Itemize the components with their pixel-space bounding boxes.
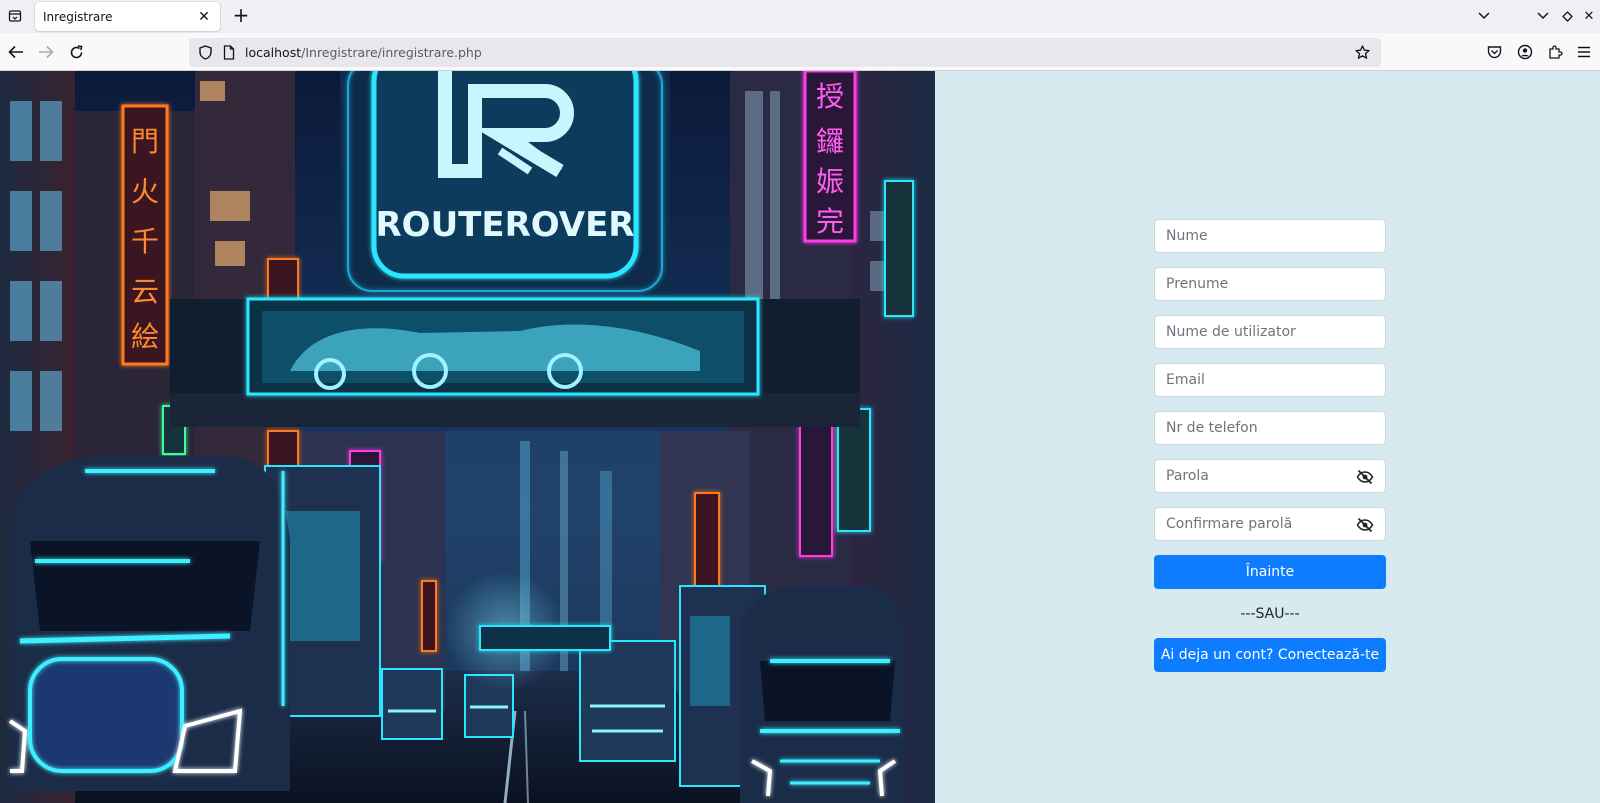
bookmark-star-icon[interactable] — [1351, 41, 1373, 63]
maximize-icon[interactable] — [1557, 6, 1577, 26]
svg-text:完: 完 — [816, 205, 844, 238]
password-input[interactable] — [1155, 460, 1385, 492]
nume-input[interactable] — [1155, 220, 1385, 252]
url-host: localhost — [245, 45, 302, 60]
svg-text:火: 火 — [131, 175, 159, 208]
forward-icon[interactable] — [34, 40, 58, 64]
list-all-tabs-icon[interactable] — [1474, 6, 1494, 26]
first-name-field-wrapper — [1154, 219, 1386, 253]
next-button[interactable]: Înainte — [1154, 555, 1386, 589]
sign-text: ROUTEROVER — [375, 205, 634, 245]
svg-text:授: 授 — [816, 80, 844, 113]
email-field-wrapper — [1154, 363, 1386, 397]
password-field-wrapper — [1154, 459, 1386, 493]
url-text: localhost/Inregistrare/inregistrare.php — [245, 45, 482, 60]
svg-text:門: 門 — [131, 125, 159, 158]
page-content: 門 火 千 云 絵 授 鑼 娠 完 ROUTEROVER Nume Prenum… — [0, 71, 1600, 803]
login-link-button[interactable]: Ai deja un cont? Conectează-te — [1154, 638, 1386, 672]
tab-bar: Inregistrare ✕ + ✕ — [0, 0, 1600, 33]
extensions-icon[interactable] — [1543, 40, 1567, 64]
tab-title: Inregistrare — [43, 9, 113, 24]
last-name-field-wrapper — [1154, 267, 1386, 301]
svg-text:鑼: 鑼 — [816, 125, 844, 158]
svg-text:千: 千 — [131, 225, 159, 258]
password-visibility-toggle-icon[interactable] — [1355, 468, 1375, 486]
close-tab-icon[interactable]: ✕ — [196, 9, 212, 25]
prenume-input[interactable] — [1155, 268, 1385, 300]
reload-icon[interactable] — [64, 40, 88, 64]
svg-text:娠: 娠 — [816, 165, 844, 198]
confirm-password-field-wrapper — [1154, 507, 1386, 541]
username-field-wrapper — [1154, 315, 1386, 349]
svg-text:云: 云 — [131, 275, 159, 308]
phone-input[interactable] — [1155, 412, 1385, 444]
confirm-password-input[interactable] — [1155, 508, 1385, 540]
confirm-password-visibility-toggle-icon[interactable] — [1355, 516, 1375, 534]
menu-icon[interactable] — [1572, 40, 1596, 64]
page-info-icon[interactable] — [217, 41, 241, 65]
cyberpunk-city-illustration: 門 火 千 云 絵 授 鑼 娠 完 ROUTEROVER — [0, 71, 935, 803]
tab-list-icon[interactable] — [4, 5, 26, 27]
pocket-icon[interactable] — [1482, 40, 1506, 64]
active-tab[interactable]: Inregistrare ✕ — [35, 2, 220, 31]
tracking-protection-icon[interactable] — [193, 41, 217, 65]
navigation-bar: localhost/Inregistrare/inregistrare.php — [0, 33, 1600, 71]
minimize-icon[interactable] — [1533, 6, 1553, 26]
account-icon[interactable] — [1513, 40, 1537, 64]
right-truck — [679, 585, 905, 803]
phone-field-wrapper — [1154, 411, 1386, 445]
email-input[interactable] — [1155, 364, 1385, 396]
url-path: /Inregistrare/inregistrare.php — [301, 45, 482, 60]
back-icon[interactable] — [4, 40, 28, 64]
address-bar[interactable]: localhost/Inregistrare/inregistrare.php — [189, 38, 1381, 67]
close-window-icon[interactable]: ✕ — [1579, 6, 1599, 26]
registration-form: Înainte ---SAU--- Ai deja un cont? Conec… — [1154, 219, 1386, 672]
username-input[interactable] — [1155, 316, 1385, 348]
svg-text:絵: 絵 — [131, 320, 159, 353]
or-separator: ---SAU--- — [1240, 606, 1300, 622]
new-tab-icon[interactable]: + — [230, 4, 252, 28]
hero-image: 門 火 千 云 絵 授 鑼 娠 完 ROUTEROVER — [0, 71, 935, 803]
